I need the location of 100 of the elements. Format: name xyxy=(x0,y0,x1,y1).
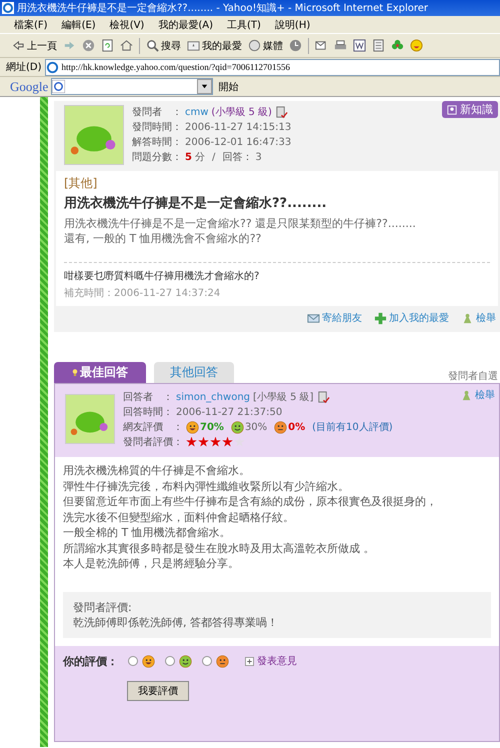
figure-icon xyxy=(461,312,474,324)
page-icon xyxy=(46,60,59,74)
asker-level: (小學級 5 級) xyxy=(211,106,272,119)
avatar-icon xyxy=(65,394,115,444)
answerer-level: [小學級 5 級] xyxy=(253,390,314,404)
flower-icon[interactable] xyxy=(391,39,404,52)
plus-box-icon xyxy=(245,656,254,666)
answerer-label: 回答者 ： xyxy=(123,390,173,404)
answer-text: 但要留意近年市面上有些牛仔褲布是含有絲的成份，原本很實色及很挺身的， xyxy=(63,494,438,510)
answer-text: 用洗衣機洗棉質的牛仔褲是不會縮水。 xyxy=(63,463,251,478)
document-icon[interactable] xyxy=(353,39,366,52)
mail-icon[interactable] xyxy=(315,39,328,52)
menu-item[interactable]: 說明(H) xyxy=(274,18,310,32)
avatar-icon xyxy=(64,105,124,165)
answer-time-label: 回答時間： xyxy=(123,406,173,419)
answer-time: 2006-12-01 16:47:33 xyxy=(185,136,292,148)
figure-icon xyxy=(460,388,473,402)
submit-rating-button[interactable]: 我要評價 xyxy=(127,680,189,700)
smiling-face-icon xyxy=(230,420,244,434)
back-button[interactable]: 上一頁 xyxy=(12,38,57,52)
supplement-text: 咁樣要乜嘢質料嘅牛仔褲用機洗才會縮水的? xyxy=(64,270,260,283)
history-icon[interactable] xyxy=(289,39,302,52)
question-title: 用洗衣機洗牛仔褲是不是一定會縮水??........ xyxy=(64,194,328,212)
supplement-time-label: 補充時間： xyxy=(64,288,114,299)
asker-link[interactable]: cmw xyxy=(185,106,208,118)
url-text: http://hk.knowledge.yahoo.com/question/?qid=7006112701556 xyxy=(62,62,290,72)
asker-rating-label: 發問者評價： xyxy=(123,436,183,449)
comment-label: 發問者評價: xyxy=(73,600,133,614)
radio-button[interactable] xyxy=(165,656,175,666)
home-icon[interactable] xyxy=(120,39,133,52)
send-to-friend-link[interactable]: 寄給朋友 xyxy=(307,311,362,325)
disc-icon xyxy=(248,39,261,52)
radio-button[interactable] xyxy=(128,656,138,666)
answer-time-label: 解答時間： xyxy=(132,136,182,149)
question-text: 還有, 一般的 T 恤用機洗會不會縮水的?? xyxy=(64,231,262,246)
caret-icon xyxy=(201,83,208,90)
refresh-icon[interactable] xyxy=(101,39,114,52)
envelope-icon xyxy=(307,312,320,324)
score-label: 問題分數： xyxy=(132,151,182,164)
smiley-icon[interactable] xyxy=(410,39,423,52)
radio-button[interactable] xyxy=(202,656,212,666)
ask-time-label: 發問時間： xyxy=(132,120,182,134)
vote-percent: 30% xyxy=(244,422,268,432)
score-unit: 分 xyxy=(194,151,205,164)
search-engine-icon xyxy=(52,80,66,93)
media-button[interactable]: 媒體 xyxy=(248,38,283,52)
notes-icon[interactable] xyxy=(372,39,385,52)
votes-count-link[interactable]: (目前有10人評價) xyxy=(312,420,393,434)
menu-item[interactable]: 工具(T) xyxy=(227,18,261,32)
menu-item[interactable]: 檔案(F) xyxy=(14,18,48,32)
back-arrow-icon xyxy=(12,39,25,52)
dropdown-button[interactable] xyxy=(197,79,212,94)
stop-icon[interactable] xyxy=(82,39,95,52)
plus-icon xyxy=(374,312,387,324)
neutral-face-icon xyxy=(216,654,229,668)
comment-text: 乾洗師傅即係乾洗師傅, 答都答得專業喎！ xyxy=(73,614,279,630)
report-link[interactable]: 檢舉 xyxy=(461,311,496,325)
new-question-button[interactable]: 新知識 xyxy=(442,101,498,118)
profile-icon[interactable] xyxy=(274,106,288,118)
menu-item[interactable]: 編輯(E) xyxy=(62,18,96,32)
grinning-face-icon xyxy=(142,654,155,668)
google-logo: Google xyxy=(10,78,48,94)
search-button[interactable]: 搜尋 xyxy=(146,38,181,52)
ask-time: 2006-11-27 14:15:13 xyxy=(185,122,292,132)
supplement-time: 2006-11-27 14:37:24 xyxy=(114,288,220,299)
answer-text: 洗完水後不但變型縮水，面料仲會起晒格仔紋。 xyxy=(63,510,295,525)
neutral-face-icon xyxy=(274,420,288,434)
answers-label: 回答： xyxy=(222,151,252,164)
answers-count: 3 xyxy=(255,152,262,162)
profile-icon[interactable] xyxy=(316,390,330,404)
vote-percent: 0% xyxy=(288,422,306,432)
window-title: 用洗衣機洗牛仔褲是不是一定會縮水??........ - Yahoo!知識+ - Microsoft Internet Explorer xyxy=(17,2,428,15)
go-button[interactable]: 開始 xyxy=(216,80,240,94)
answer-text: 本人是乾洗師傅，只是將經驗分享。 xyxy=(63,556,240,572)
smiling-face-icon xyxy=(179,654,192,668)
tab[interactable]: 最佳回答 xyxy=(54,362,146,383)
answer-text: 彈性牛仔褲洗完後，布料內彈性纖維收緊所以有少許縮水。 xyxy=(63,478,350,494)
question-text: 用洗衣機洗牛仔褲是不是一定會縮水?? 還是只限某類型的牛仔褲??........ xyxy=(64,216,417,231)
print-icon[interactable] xyxy=(334,39,347,52)
score-value: 5 xyxy=(185,152,192,162)
answer-text: 所謂縮水其實很多時都是發生在脫水時及用太高溫乾衣所做成 。 xyxy=(63,540,376,556)
separator: / xyxy=(212,152,216,162)
favorites-button[interactable]: 我的最愛 xyxy=(187,38,242,52)
your-rating-label: 你的評價： xyxy=(63,654,118,668)
browser-icon xyxy=(2,2,14,14)
answer-time: 2006-11-27 21:37:50 xyxy=(176,406,282,418)
answer-text: 一般全棉的 T 恤用機洗都會縮水。 xyxy=(63,525,232,540)
folder-icon xyxy=(187,39,200,52)
menu-item[interactable]: 我的最愛(A) xyxy=(158,18,213,32)
asker-label: 發問者 ： xyxy=(132,106,182,119)
comment-link[interactable]: 發表意見 xyxy=(245,654,297,668)
address-field[interactable]: http://hk.knowledge.yahoo.com/question/?qid=7006112701556 xyxy=(44,58,500,76)
menu-item[interactable]: 檢視(V) xyxy=(110,18,144,32)
grinning-face-icon xyxy=(186,420,199,434)
vote-percent: 70% xyxy=(200,422,224,432)
votes-label: 網友評價 ： xyxy=(123,420,183,434)
search-field[interactable] xyxy=(51,78,214,95)
add-favorite-link[interactable]: 加入我的最愛 xyxy=(374,311,449,325)
self-chosen-label: 發問者自選 xyxy=(448,370,499,383)
category-label: [其他] xyxy=(64,175,98,192)
